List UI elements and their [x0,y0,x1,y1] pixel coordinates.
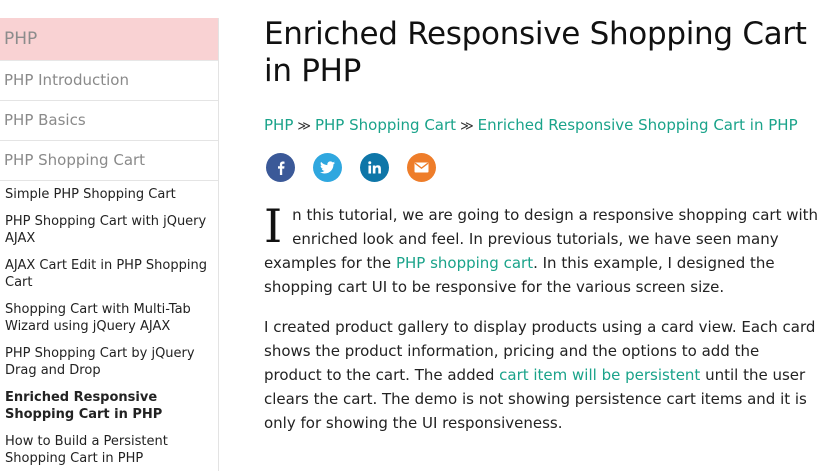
social-share-bar [264,153,820,183]
cart-item-persistent-link[interactable]: cart item will be persistent [499,366,700,384]
sidebar-link[interactable]: PHP Shopping Cart with jQuery AJAX [5,213,210,247]
sidebar: PHP PHP Introduction PHP Basics PHP Shop… [0,18,219,471]
facebook-icon [277,161,284,175]
linkedin-share-button[interactable] [360,153,389,182]
breadcrumb-separator: ≫ [460,119,474,134]
twitter-icon [320,161,335,174]
main-content: Enriched Responsive Shopping Cart in PHP… [264,16,820,435]
sidebar-category-php-introduction[interactable]: PHP Introduction [0,61,218,101]
sidebar-link-list: Simple PHP Shopping Cart PHP Shopping Ca… [0,181,218,467]
breadcrumb-link-php-shopping-cart[interactable]: PHP Shopping Cart [315,116,456,134]
facebook-share-button[interactable] [266,153,295,182]
page-title: Enriched Responsive Shopping Cart in PHP [264,16,807,89]
breadcrumb-separator: ≫ [297,119,311,134]
sidebar-category-php-basics[interactable]: PHP Basics [0,101,218,141]
sidebar-link-active[interactable]: Enriched Responsive Shopping Cart in PHP [5,389,210,423]
breadcrumb: PHP ≫ PHP Shopping Cart ≫ Enriched Responsiv… [264,116,820,136]
email-share-button[interactable] [407,153,436,182]
intro-paragraph-text: n this tutorial, we are going to design … [264,203,820,299]
sidebar-link[interactable]: AJAX Cart Edit in PHP Shopping Cart [5,257,210,291]
sidebar-header[interactable]: PHP [0,18,218,61]
email-icon [414,162,429,173]
gallery-paragraph: I created product gallery to display pro… [264,315,820,435]
breadcrumb-link-current[interactable]: Enriched Responsive Shopping Cart in PHP [478,116,798,134]
intro-paragraph: I n this tutorial, we are going to desig… [264,203,820,299]
breadcrumb-link-php[interactable]: PHP [264,116,293,134]
twitter-share-button[interactable] [313,153,342,182]
sidebar-link[interactable]: PHP Shopping Cart by jQuery Drag and Dro… [5,345,210,379]
php-shopping-cart-link[interactable]: PHP shopping cart [396,254,533,272]
linkedin-icon [368,161,381,174]
sidebar-category-php-shopping-cart[interactable]: PHP Shopping Cart [0,141,218,181]
sidebar-link[interactable]: Simple PHP Shopping Cart [5,186,210,203]
sidebar-link[interactable]: Shopping Cart with Multi-Tab Wizard usin… [5,301,210,335]
dropcap-letter: I [264,199,283,253]
sidebar-link[interactable]: How to Build a Persistent Shopping Cart … [5,433,210,467]
